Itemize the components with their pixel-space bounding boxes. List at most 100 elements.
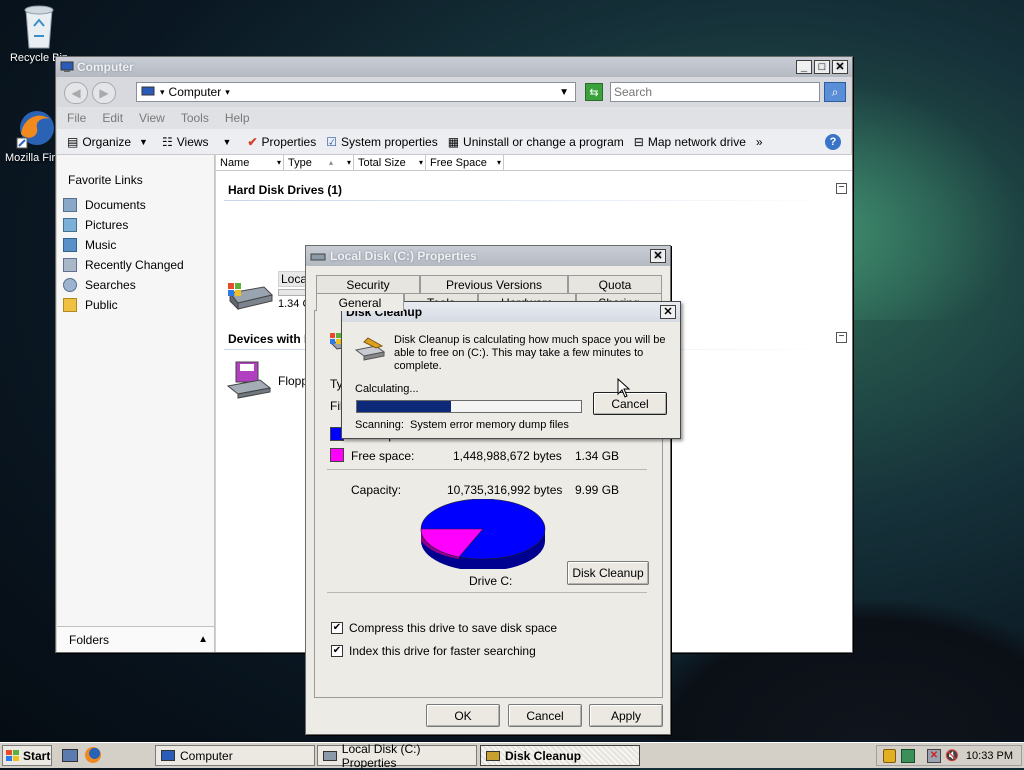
group-hard-disk-drives[interactable]: Hard Disk Drives (1) — [228, 183, 342, 197]
group-divider — [224, 200, 844, 201]
dropdown-arrow-icon: ▼ — [222, 136, 232, 147]
properties-titlebar[interactable]: Local Disk (C:) Properties ✕ — [306, 246, 670, 266]
map-network-drive-button[interactable]: ⊟ Map network drive — [634, 135, 746, 149]
index-checkbox[interactable]: ✔ — [331, 645, 343, 657]
apply-button[interactable]: Apply — [589, 704, 663, 727]
drive-caption: Drive C: — [469, 574, 513, 588]
sidebar-item-music[interactable]: Music — [57, 235, 214, 255]
help-icon[interactable]: ? — [825, 133, 841, 150]
drive-icon — [323, 750, 337, 761]
tab-security[interactable]: Security — [316, 275, 420, 293]
pictures-icon — [63, 218, 77, 232]
address-text[interactable]: Computer — [169, 85, 222, 99]
breadcrumb-chevron-icon[interactable]: ▾ — [225, 87, 230, 98]
disk-cleanup-button[interactable]: Disk Cleanup — [567, 561, 649, 585]
volume-muted-icon[interactable]: 🔇 — [945, 749, 959, 763]
start-button[interactable]: Start — [2, 745, 52, 766]
show-desktop-icon[interactable] — [62, 749, 78, 762]
column-name[interactable]: Name ▾ — [216, 155, 284, 170]
address-bar[interactable]: ▾ Computer ▾ ▼ — [136, 82, 576, 102]
sidebar-item-label: Pictures — [85, 218, 129, 232]
sidebar-item-searches[interactable]: Searches — [57, 275, 214, 295]
back-button[interactable]: ◀ — [64, 82, 88, 104]
menu-bar: File Edit View Tools Help — [57, 107, 851, 129]
minimize-button[interactable]: _ — [796, 60, 812, 74]
column-type[interactable]: Type ▴ ▾ — [284, 155, 354, 170]
network-status-icon[interactable] — [901, 749, 915, 763]
clock[interactable]: 10:33 PM — [966, 750, 1013, 762]
security-shield-icon[interactable] — [883, 749, 896, 763]
forward-button[interactable]: ▶ — [92, 82, 116, 104]
free-space-bytes: 1,448,988,672 bytes — [453, 449, 562, 463]
compress-checkbox[interactable]: ✔ — [331, 622, 343, 634]
close-button[interactable]: ✕ — [832, 60, 848, 74]
network-drive-icon: ⊟ — [633, 134, 644, 149]
sidebar-item-label: Searches — [85, 278, 136, 292]
mouse-cursor-icon — [617, 378, 631, 398]
search-icon[interactable]: ⌕ — [824, 82, 846, 102]
breadcrumb-chevron-icon[interactable]: ▾ — [160, 87, 165, 98]
desktop-icon-recycle-bin[interactable]: Recycle Bin — [4, 4, 74, 64]
column-total-size[interactable]: Total Size ▾ — [354, 155, 426, 170]
menu-view[interactable]: View — [139, 111, 165, 125]
uninstall-program-label: Uninstall or change a program — [463, 134, 624, 149]
capacity-label: Capacity: — [351, 483, 402, 497]
close-button[interactable]: ✕ — [660, 305, 676, 319]
task-label: Local Disk (C:) Properties — [341, 741, 421, 770]
computer-icon — [161, 750, 175, 761]
tab-general[interactable]: General — [316, 293, 404, 311]
command-bar: ▤ Organize ▼ ☷ Views ▼ ✔ Properties ☑ Sy… — [57, 129, 851, 155]
folders-bar[interactable]: Folders ▲ — [57, 626, 214, 652]
sidebar-item-pictures[interactable]: Pictures — [57, 215, 214, 235]
collapse-icon[interactable]: − — [836, 183, 847, 194]
windows-logo-icon — [6, 749, 19, 761]
menu-help[interactable]: Help — [225, 111, 250, 125]
cleanup-status: Calculating... — [355, 383, 419, 395]
organize-button[interactable]: ▤ Organize ▼ — [67, 135, 148, 149]
tab-previous-versions[interactable]: Previous Versions — [420, 275, 568, 293]
menu-edit[interactable]: Edit — [102, 111, 123, 125]
navigation-pane: Favorite Links Documents Pictures Music … — [57, 155, 215, 652]
properties-button[interactable]: ✔ Properties — [247, 135, 316, 149]
views-button[interactable]: ☷ Views ▼ — [162, 135, 231, 149]
sidebar-item-recently-changed[interactable]: Recently Changed — [57, 255, 214, 275]
map-network-drive-label: Map network drive — [647, 134, 746, 149]
capacity-bytes: 10,735,316,992 bytes — [447, 483, 563, 497]
checkmark-icon: ✔ — [247, 134, 258, 149]
task-computer[interactable]: Computer — [155, 745, 315, 766]
task-disk-cleanup[interactable]: Disk Cleanup — [480, 745, 640, 766]
uninstall-program-button[interactable]: ▦ Uninstall or change a program — [448, 135, 624, 149]
menu-tools[interactable]: Tools — [181, 111, 209, 125]
refresh-icon[interactable]: ⇆ — [585, 83, 603, 101]
sidebar-item-public[interactable]: Public — [57, 295, 214, 315]
compress-label[interactable]: Compress this drive to save disk space — [349, 621, 557, 635]
firefox-quicklaunch-icon[interactable] — [85, 747, 101, 763]
menu-file[interactable]: File — [67, 111, 86, 125]
window-title: Local Disk (C:) Properties — [330, 249, 477, 263]
properties-label: Properties — [261, 134, 317, 149]
cancel-button[interactable]: Cancel — [508, 704, 582, 727]
chevron-up-icon[interactable]: ▲ — [198, 634, 208, 645]
maximize-button[interactable]: □ — [814, 60, 830, 74]
system-properties-button[interactable]: ☑ System properties — [326, 135, 437, 149]
column-free-space[interactable]: Free Space ▾ — [426, 155, 504, 170]
collapse-icon[interactable]: − — [836, 332, 847, 343]
navigation-bar: ◀ ▶ ▾ Computer ▾ ▼ ⇆ ⌕ — [57, 77, 851, 107]
sidebar-item-documents[interactable]: Documents — [57, 195, 214, 215]
close-button[interactable]: ✕ — [650, 249, 666, 263]
index-label[interactable]: Index this drive for faster searching — [349, 644, 536, 658]
search-input[interactable] — [610, 82, 820, 102]
floppy-drive-icon — [226, 361, 272, 399]
system-properties-icon: ☑ — [326, 134, 337, 149]
task-properties[interactable]: Local Disk (C:) Properties — [317, 742, 477, 770]
sidebar-item-label: Documents — [85, 198, 146, 212]
address-dropdown-icon[interactable]: ▼ — [559, 87, 569, 98]
documents-icon — [63, 198, 77, 212]
ok-button[interactable]: OK — [426, 704, 500, 727]
capacity-gb: 9.99 GB — [575, 483, 620, 497]
tab-quota[interactable]: Quota — [568, 275, 662, 293]
network-disconnected-icon[interactable]: ✕ — [927, 749, 941, 763]
more-commands-button[interactable]: » — [756, 135, 763, 149]
divider — [327, 592, 647, 593]
explorer-titlebar[interactable]: Computer _ □ ✕ — [56, 57, 852, 77]
